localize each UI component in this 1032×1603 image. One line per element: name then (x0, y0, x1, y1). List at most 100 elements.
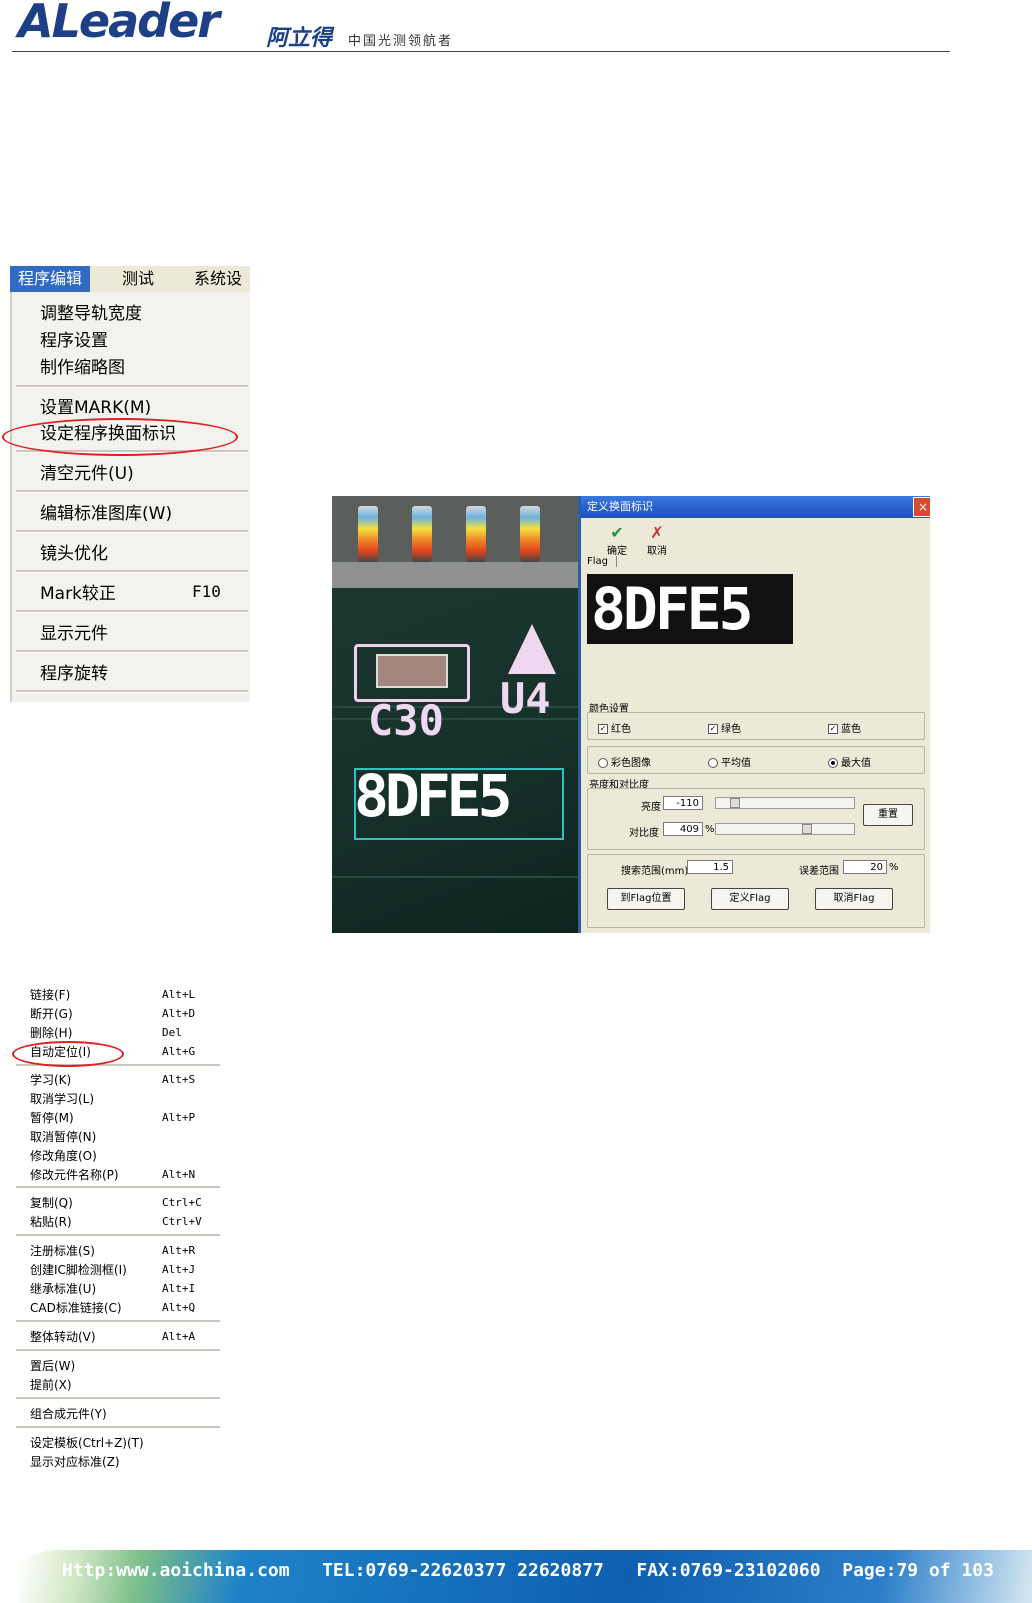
company-slogan: 中国光测领航者 (348, 34, 454, 49)
menu-item-shortcut: Alt+D (162, 1007, 196, 1020)
checkbox-icon: ✓ (828, 724, 838, 734)
menu-item-shortcut: Del (162, 1026, 182, 1039)
menu-item-lens-optimize[interactable]: 镜头优化 (40, 542, 108, 566)
menu-item-show-components[interactable]: 显示元件 (40, 622, 108, 646)
radio-icon (598, 758, 608, 768)
menu-item-make-thumbnail[interactable]: 制作缩略图 (40, 356, 125, 380)
menu-item-shortcut: Alt+Q (162, 1301, 196, 1314)
menu-test[interactable]: 测试 (122, 266, 154, 292)
menu-separator (16, 610, 248, 613)
company-logo: ALeader (18, 0, 220, 48)
menu-item-shortcut: Ctrl+V (162, 1215, 202, 1228)
color-image-radio[interactable]: 彩色图像 (598, 754, 651, 769)
menu-item-program-rotate[interactable]: 程序旋转 (40, 662, 108, 686)
check-icon: ✔ (610, 523, 624, 542)
capacitor (376, 654, 448, 688)
menu-program-edit[interactable]: 程序编辑 (10, 266, 91, 292)
menu-item-disconnect[interactable]: 断开(G) (30, 1005, 73, 1023)
error-range-label: 误差范围 (799, 866, 839, 877)
red-checkbox[interactable]: ✓ 红色 (598, 720, 631, 735)
color-mode-group: 彩色图像 平均值 最大值 (587, 746, 925, 774)
brightness-input[interactable]: -110 (663, 796, 703, 810)
menu-item-combine-component[interactable]: 组合成元件(Y) (30, 1405, 107, 1423)
contrast-label: 对比度 (629, 828, 659, 839)
goto-flag-button[interactable]: 到Flag位置 (607, 888, 685, 910)
menu-separator (16, 530, 248, 533)
checkbox-icon: ✓ (708, 724, 718, 734)
radio-selected-icon (828, 758, 838, 768)
menu-item-inherit-standard[interactable]: 继承标准(U) (30, 1280, 96, 1298)
menu-item-clear-components[interactable]: 清空元件(U) (40, 462, 134, 486)
menu-item-shortcut: Alt+A (162, 1330, 196, 1343)
orientation-marker (508, 624, 556, 674)
brightness-label: 亮度 (641, 802, 661, 813)
define-flag-button[interactable]: 定义Flag (711, 888, 789, 910)
checkbox-icon: ✓ (598, 724, 608, 734)
error-unit: % (889, 862, 899, 873)
blue-checkbox[interactable]: ✓ 蓝色 (828, 720, 861, 735)
menu-item-send-back[interactable]: 置后(W) (30, 1357, 75, 1375)
menu-separator (16, 650, 248, 653)
ok-button[interactable]: ✔ 确定 (599, 523, 635, 558)
green-checkbox[interactable]: ✓ 绿色 (708, 720, 741, 735)
menu-item-cancel-learn[interactable]: 取消学习(L) (30, 1090, 94, 1108)
cancel-icon: ✗ (650, 523, 664, 542)
menu-item-shortcut: Ctrl+C (162, 1196, 202, 1209)
menu-item-paste[interactable]: 粘贴(R) (30, 1213, 72, 1231)
component-led (520, 506, 540, 562)
cancel-flag-button[interactable]: 取消Flag (815, 888, 893, 910)
menu-item-modify-angle[interactable]: 修改角度(O) (30, 1147, 97, 1165)
error-range-input[interactable]: 20 (843, 860, 887, 874)
menu-item-edit-standard-library[interactable]: 编辑标准图库(W) (40, 502, 172, 526)
search-range-input[interactable]: 1.5 (687, 860, 733, 874)
menu-item-set-template[interactable]: 设定模板(Ctrl+Z)(T) (30, 1434, 144, 1452)
pcb-camera-view: C30 U4 8DFE5 (332, 496, 578, 933)
contrast-input[interactable]: 409 (663, 822, 703, 836)
menu-item-show-matching-standard[interactable]: 显示对应标准(Z) (30, 1453, 120, 1471)
menu-item-rename-component[interactable]: 修改元件名称(P) (30, 1166, 119, 1184)
dialog-title: 定义换面标识 (581, 496, 930, 518)
radio-icon (708, 758, 718, 768)
cancel-button[interactable]: ✗ 取消 (639, 523, 675, 558)
menu-separator (16, 1234, 220, 1237)
close-button[interactable]: × (913, 497, 930, 517)
brightness-slider[interactable] (715, 797, 855, 809)
menu-item-program-settings[interactable]: 程序设置 (40, 329, 108, 353)
slider-thumb[interactable] (802, 824, 812, 834)
menu-bar: 程序编辑 测试 系统设 (10, 266, 250, 292)
menu-item-register-standard[interactable]: 注册标准(S) (30, 1242, 95, 1260)
menu-item-link[interactable]: 链接(F) (30, 986, 70, 1004)
max-radio[interactable]: 最大值 (828, 754, 871, 769)
cancel-label: 取消 (647, 546, 667, 557)
pcb-trace (332, 876, 578, 878)
menu-system-settings[interactable]: 系统设 (194, 266, 242, 292)
color-channel-group: ✓ 红色 ✓ 绿色 ✓ 蓝色 (587, 712, 925, 740)
menu-item-shortcut: Alt+R (162, 1244, 196, 1257)
menu-item-adjust-rail-width[interactable]: 调整导轨宽度 (40, 302, 142, 326)
menu-item-cad-standard-link[interactable]: CAD标准链接(C) (30, 1299, 122, 1317)
tab-flag[interactable]: Flag (587, 556, 618, 567)
component-led (358, 506, 378, 562)
reset-button[interactable]: 重置 (863, 804, 913, 826)
menu-separator (16, 1426, 220, 1429)
slider-thumb[interactable] (730, 798, 740, 808)
header-divider (12, 51, 950, 52)
menu-item-set-mark[interactable]: 设置MARK(M) (40, 396, 151, 420)
average-radio[interactable]: 平均值 (708, 754, 751, 769)
menu-item-rotate-all[interactable]: 整体转动(V) (30, 1328, 96, 1346)
menu-item-copy[interactable]: 复制(Q) (30, 1194, 73, 1212)
menu-item-mark-correction[interactable]: Mark较正 (40, 582, 116, 606)
menu-item-shortcut: Alt+S (162, 1073, 196, 1086)
contrast-slider[interactable] (715, 823, 855, 835)
silkscreen-c30: C30 (368, 696, 444, 745)
menu-item-shortcut: Alt+L (162, 988, 196, 1001)
menu-item-pause[interactable]: 暂停(M) (30, 1109, 74, 1127)
menu-separator (16, 1186, 220, 1189)
menu-item-delete[interactable]: 删除(H) (30, 1024, 72, 1042)
menu-item-bring-forward[interactable]: 提前(X) (30, 1376, 72, 1394)
menu-item-create-ic-pin-box[interactable]: 创建IC脚检测框(I) (30, 1261, 127, 1279)
highlight-ellipse (12, 1041, 124, 1067)
menu-item-learn[interactable]: 学习(K) (30, 1071, 71, 1089)
flag-roi-box[interactable] (354, 768, 564, 840)
menu-item-cancel-pause[interactable]: 取消暂停(N) (30, 1128, 96, 1146)
